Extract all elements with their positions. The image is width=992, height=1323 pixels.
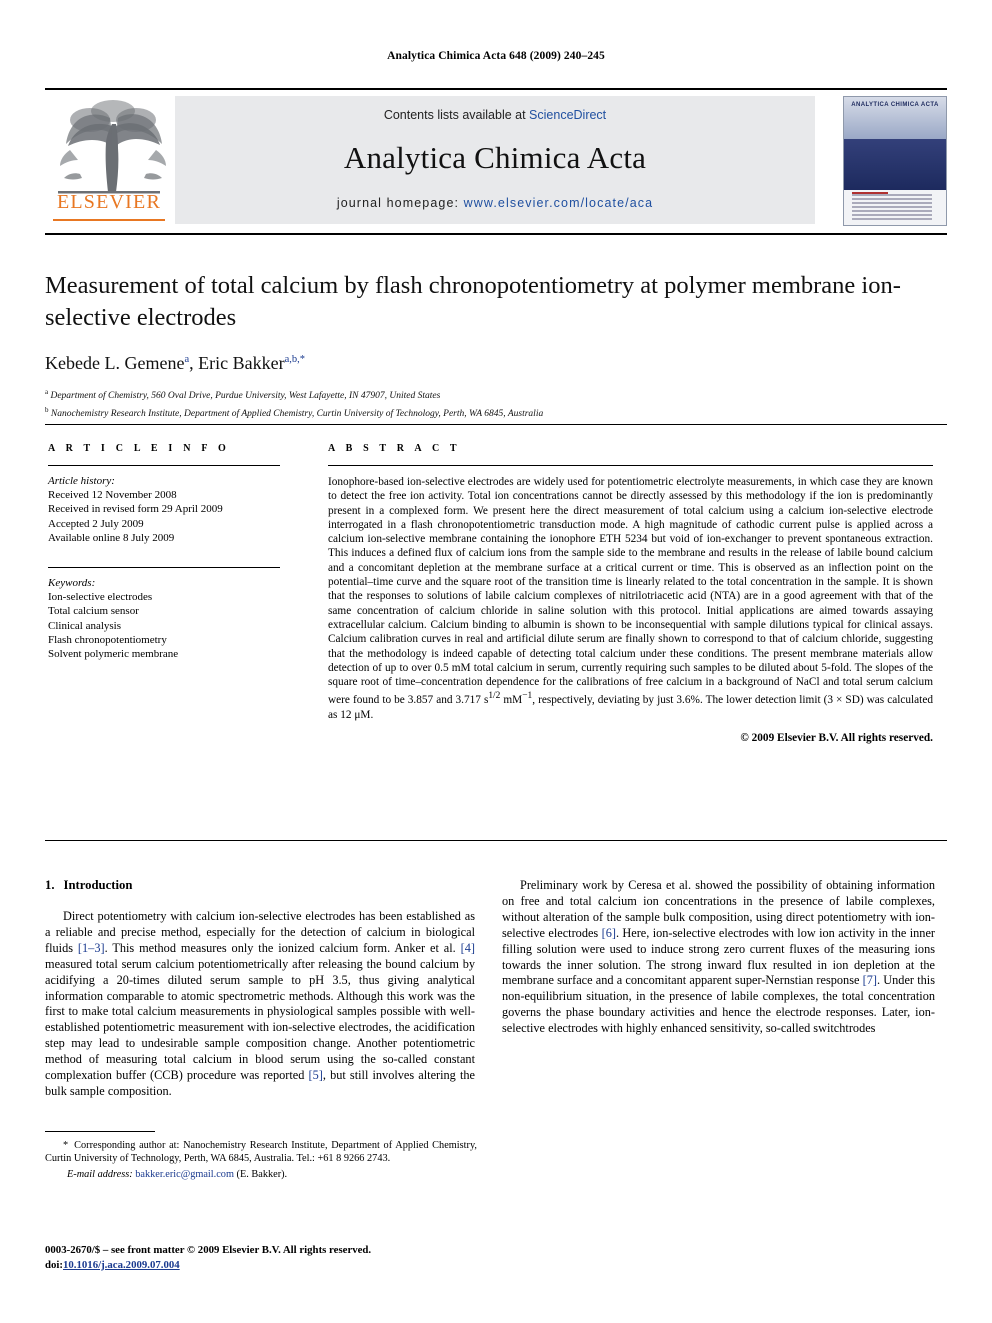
citation-ref[interactable]: [6] [602, 926, 616, 940]
article-history-block: Article history: Received 12 November 20… [48, 474, 298, 545]
author-affil-marker-ab: a,b, [284, 354, 300, 365]
corresponding-author-text: Corresponding author at: Nanochemistry R… [45, 1140, 477, 1165]
cover-text-lines [852, 194, 932, 222]
homepage-label: journal homepage: [336, 196, 464, 210]
cover-middle-image [844, 139, 946, 191]
abstract-heading: A B S T R A C T [328, 443, 461, 454]
keyword-item: Total calcium sensor [48, 605, 139, 618]
elsevier-wordmark: ELSEVIER [56, 191, 162, 213]
top-rule [45, 88, 947, 90]
author-list: Kebede L. Gemenea, Eric Bakkera,b,* [45, 353, 305, 373]
body-left-column: 1. Introduction Direct potentiometry with… [45, 878, 475, 1100]
journal-homepage-url[interactable]: www.elsevier.com/locate/aca [464, 196, 654, 210]
abstract-main: Ionophore-based ion-selective electrodes… [328, 476, 933, 707]
journal-masthead: ELSEVIER Contents lists available at Sci… [45, 94, 947, 228]
corresponding-author-note: * Corresponding author at: Nanochemistry … [45, 1139, 477, 1166]
intro-paragraph-1: Direct potentiometry with calcium ion-se… [45, 909, 475, 1100]
article-info-column: A R T I C L E I N F O Article history: R… [48, 443, 298, 661]
paper-page: Analytica Chimica Acta 648 (2009) 240–24… [0, 0, 992, 1323]
citation-ref[interactable]: [7] [863, 973, 877, 987]
abstract-text: Ionophore-based ion-selective electrodes… [328, 475, 933, 722]
elsevier-tree-icon [58, 100, 166, 194]
affiliation-b: b Nanochemistry Research Institute, Depa… [45, 404, 935, 421]
email-note: E-mail address: bakker.eric@gmail.com (E… [45, 1168, 477, 1181]
issn-line: 0003-2670/$ – see front matter © 2009 El… [45, 1244, 372, 1256]
citation-ref[interactable]: [1–3] [78, 941, 105, 955]
contents-prefix: Contents lists available at [383, 108, 530, 122]
keyword-item: Flash chronopotentiometry [48, 633, 167, 646]
abstract-copyright: © 2009 Elsevier B.V. All rights reserved… [740, 731, 933, 744]
corresponding-star: * [63, 1140, 69, 1151]
citation-ref[interactable]: [4] [461, 941, 475, 955]
section-title: Introduction [63, 878, 133, 892]
intro-paragraph-2: Preliminary work by Ceresa et al. showed… [502, 878, 935, 1037]
sciencedirect-link[interactable]: ScienceDirect [529, 108, 606, 122]
title-block: Measurement of total calcium by flash ch… [45, 270, 935, 421]
doi-line: doi:10.1016/j.aca.2009.07.004 [45, 1258, 495, 1273]
keyword-item: Clinical analysis [48, 619, 122, 632]
affiliation-b-text: Nanochemistry Research Institute, Depart… [50, 409, 544, 420]
intro-p1-b: . This method measures only the ionized … [104, 940, 461, 955]
info-section-top-rule [45, 424, 947, 425]
email-label: E-mail address: [67, 1168, 133, 1180]
abstract-bottom-rule [45, 840, 947, 841]
affil-marker-a: a [45, 388, 49, 396]
abstract-sup-minus1: −1 [522, 691, 533, 702]
abstract-tail: mM [500, 694, 523, 707]
author-affil-marker-a: a [184, 354, 190, 365]
keywords-block: Keywords: Ion-selective electrodes Total… [48, 576, 298, 661]
page-title: Measurement of total calcium by flash ch… [45, 272, 901, 331]
email-owner: (E. Bakker). [236, 1168, 288, 1180]
journal-cover-thumbnail: ANALYTICA CHIMICA ACTA [843, 96, 947, 226]
running-head: Analytica Chimica Acta 648 (2009) 240–24… [387, 50, 605, 62]
affiliation-a-text: Department of Chemistry, 560 Oval Drive,… [50, 391, 441, 402]
citation-ref[interactable]: [5] [309, 1068, 323, 1082]
email-link[interactable]: bakker.eric@gmail.com [135, 1169, 234, 1180]
history-item: Received 12 November 2008 [48, 489, 177, 502]
journal-title: Analytica Chimica Acta [343, 140, 647, 175]
elsevier-underline [53, 219, 165, 221]
intro-p1-c: measured total serum calcium potentiomet… [45, 956, 475, 1083]
keyword-item: Solvent polymeric membrane [48, 648, 179, 661]
journal-homepage-line: journal homepage: www.elsevier.com/locat… [175, 196, 815, 210]
contents-available-line: Contents lists available at ScienceDirec… [175, 108, 815, 122]
abstract-sup-half: 1/2 [488, 691, 501, 702]
corresponding-marker: * [299, 354, 305, 365]
history-item: Received in revised form 29 April 2009 [48, 503, 223, 516]
section-number: 1. [45, 878, 55, 892]
article-info-rule [48, 465, 280, 466]
keyword-item: Ion-selective electrodes [48, 591, 153, 604]
cover-title-text: ANALYTICA CHIMICA ACTA [851, 102, 939, 108]
footnote-rule [45, 1131, 155, 1132]
section-heading-introduction: 1. Introduction [45, 878, 475, 893]
colophon: 0003-2670/$ – see front matter © 2009 El… [45, 1243, 495, 1272]
history-item: Available online 8 July 2009 [48, 531, 175, 544]
doi-link[interactable]: 10.1016/j.aca.2009.07.004 [63, 1259, 180, 1271]
elsevier-logo: ELSEVIER [50, 96, 168, 226]
history-item: Accepted 2 July 2009 [48, 517, 144, 530]
abstract-column: A B S T R A C T Ionophore-based ion-sele… [328, 443, 933, 744]
keywords-rule [48, 567, 280, 569]
affil-marker-b: b [45, 406, 49, 415]
doi-label: doi: [45, 1258, 63, 1271]
masthead-bottom-rule [45, 233, 947, 235]
article-info-heading: A R T I C L E I N F O [48, 443, 230, 454]
affiliation-a: a Department of Chemistry, 560 Oval Driv… [45, 386, 935, 403]
article-history-label: Article history: [48, 475, 115, 487]
journal-banner: Contents lists available at ScienceDirec… [175, 96, 815, 224]
body-right-column: Preliminary work by Ceresa et al. showed… [502, 878, 935, 1037]
abstract-rule [328, 465, 933, 466]
footnote-block: * Corresponding author at: Nanochemistry … [45, 1139, 477, 1181]
keywords-label: Keywords: [48, 577, 96, 590]
